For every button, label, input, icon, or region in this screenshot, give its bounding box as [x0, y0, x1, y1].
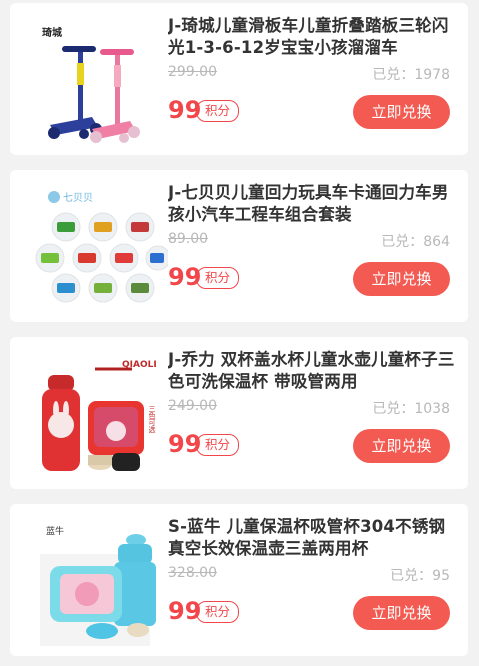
- thermos-image: 蓝牛: [40, 525, 156, 646]
- product-card[interactable]: 蓝牛 S-蓝牛 儿童保温杯吸管杯304不锈钢真空长效保温壶三盖两用杯 328.0…: [10, 504, 468, 656]
- redeemed-count: 已兑：1978: [372, 67, 450, 83]
- redeem-button[interactable]: 立即兑换: [353, 429, 450, 463]
- redeem-button[interactable]: 立即兑换: [353, 95, 450, 129]
- redeemed-count: 已兑：95: [390, 568, 450, 584]
- points-badge: 积分: [196, 100, 240, 122]
- points-badge: 积分: [196, 267, 240, 289]
- brand-mark: 七贝贝: [63, 192, 93, 204]
- product-card[interactable]: 琦城 J-琦城儿童滑板车儿童折叠踏板三轮闪光1-3-6-12岁宝宝小孩溜溜车 2…: [10, 3, 468, 155]
- product-title[interactable]: J-七贝贝儿童回力玩具车卡通回力车男孩小汽车工程车组合套装: [168, 182, 456, 226]
- brand-mark: 蓝牛: [46, 525, 64, 537]
- product-list: 琦城 J-琦城儿童滑板车儿童折叠踏板三轮闪光1-3-6-12岁宝宝小孩溜溜车 2…: [0, 0, 479, 666]
- original-price: 299.00: [168, 64, 217, 80]
- redeem-button[interactable]: 立即兑换: [353, 596, 450, 630]
- brand-mark: 琦城: [42, 26, 62, 39]
- product-title[interactable]: S-蓝牛 儿童保温杯吸管杯304不锈钢真空长效保温壶三盖两用杯: [168, 516, 456, 560]
- product-title[interactable]: J-琦城儿童滑板车儿童折叠踏板三轮闪光1-3-6-12岁宝宝小孩溜溜车: [168, 15, 456, 59]
- product-image-water-bottle[interactable]: QIAOLI 三色可选: [20, 347, 168, 479]
- redeemed-count: 已兑：864: [381, 234, 450, 250]
- original-price: 328.00: [168, 565, 217, 581]
- product-image-toy-cars[interactable]: 七贝贝: [20, 180, 168, 312]
- side-text: 三色可选: [148, 405, 156, 434]
- product-card[interactable]: QIAOLI 三色可选 J-乔力 双杯盖水杯儿童水壶儿童杯子三色可洗保温杯 带吸…: [10, 337, 468, 489]
- redeemed-count: 已兑：1038: [372, 401, 450, 417]
- points-badge: 积分: [196, 434, 240, 456]
- water-bottle-image: QIAOLI 三色可选: [42, 360, 157, 471]
- points-badge: 积分: [196, 601, 240, 623]
- original-price: 249.00: [168, 398, 217, 414]
- original-price: 89.00: [168, 231, 209, 247]
- toy-cars-image: 七贝贝: [35, 191, 168, 303]
- product-card[interactable]: 七贝贝 J-七贝贝儿童回力玩具车卡通回力车男孩小汽车工程车组合套装 89.00: [10, 170, 468, 322]
- scooter-image: 琦城: [42, 26, 140, 143]
- product-image-scooter[interactable]: 琦城: [20, 13, 168, 145]
- product-title[interactable]: J-乔力 双杯盖水杯儿童水壶儿童杯子三色可洗保温杯 带吸管两用: [168, 349, 456, 393]
- product-image-thermos[interactable]: 蓝牛: [20, 514, 168, 646]
- redeem-button[interactable]: 立即兑换: [353, 262, 450, 296]
